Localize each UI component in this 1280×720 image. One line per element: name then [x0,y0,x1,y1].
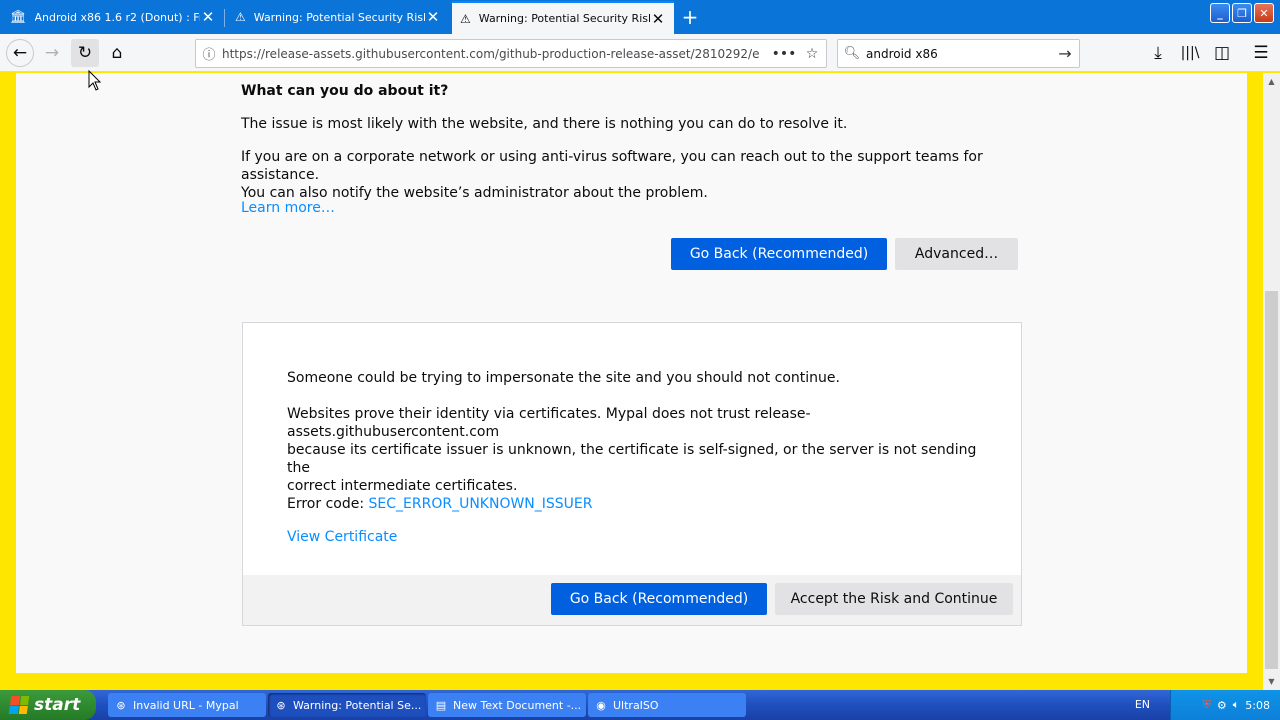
close-icon[interactable]: ✕ [425,8,441,26]
archive-icon: 🏛 [10,9,27,25]
search-icon: 🔍︎ [843,46,861,61]
menu-button[interactable]: ☰ [1247,39,1275,67]
security-shield-icon[interactable]: ⛨ [1203,698,1211,712]
tab-separator [224,9,225,27]
mouse-cursor-icon [88,70,102,91]
taskbar-item-label: Warning: Potential Se... [293,698,422,712]
section-heading: What can you do about it? [241,83,449,99]
search-input[interactable]: android x86 [866,47,1051,61]
system-tray: ⛨ ⚙ 🔈︎ 5:08 [1170,690,1280,720]
tab-security-warning-2[interactable]: ⚠ Warning: Potential Security Risk Ah ✕ [452,1,674,34]
minimize-button[interactable]: _ [1210,3,1230,23]
tab-strip: 🏛 Android x86 1.6 r2 (Donut) : Free ✕ ⚠ … [0,0,1280,34]
tab-title: Warning: Potential Security Risk Ah [478,12,650,25]
windows-logo-icon [8,696,30,714]
paragraph-line: You can also notify the website’s admini… [241,185,708,201]
advanced-panel: Someone could be trying to impersonate t… [242,322,1022,626]
corporate-network-paragraph: If you are on a corporate network or usi… [241,148,1041,202]
taskbar-item-security-warning[interactable]: ⊛ Warning: Potential Se... [268,693,426,717]
library-icon: |||\ [1180,45,1200,61]
search-go-icon[interactable]: → [1051,44,1079,63]
go-back-button[interactable]: Go Back (Recommended) [671,238,887,270]
page-content: What can you do about it? The issue is m… [16,73,1247,673]
warning-icon: ⚠ [460,11,471,26]
learn-more-link[interactable]: Learn more… [241,199,335,217]
arrow-right-icon: → [44,43,60,63]
info-icon[interactable]: ⓘ [196,44,222,63]
arrow-left-icon: ← [12,43,28,63]
taskbar-item-ultraiso[interactable]: ◉ UltraISO [588,693,746,717]
url-bar[interactable]: ⓘ https://release-assets.githubuserconte… [195,39,827,68]
forward-button[interactable]: → [38,39,66,67]
back-button[interactable]: ← [6,39,34,67]
home-icon: ⌂ [111,43,123,63]
advanced-button[interactable]: Advanced… [895,238,1018,270]
taskbar-item-text-document[interactable]: ▤ New Text Document -... [428,693,586,717]
bookmark-star-icon[interactable]: ☆ [798,46,826,62]
tab-title: Android x86 1.6 r2 (Donut) : Free [34,10,200,24]
reload-button[interactable]: ↻ [71,39,99,67]
window-controls: _ ❐ ✕ [1210,3,1274,23]
taskbar-item-invalid-url[interactable]: ⊛ Invalid URL - Mypal [108,693,266,717]
page-actions-icon[interactable]: ••• [770,46,798,62]
scrollbar-thumb[interactable] [1265,291,1278,669]
maximize-button[interactable]: ❐ [1232,3,1252,23]
error-code-link[interactable]: SEC_ERROR_UNKNOWN_ISSUER [369,496,593,512]
volume-icon[interactable]: 🔈︎ [1233,698,1240,712]
downloads-button[interactable]: ⤓ [1144,39,1172,67]
taskbar-item-label: Invalid URL - Mypal [133,698,239,712]
sidebar-button[interactable]: ◫ [1208,39,1236,67]
search-bar[interactable]: 🔍︎ android x86 → [837,39,1080,68]
url-text[interactable]: https://release-assets.githubusercontent… [222,47,770,61]
close-icon[interactable]: ✕ [200,8,216,26]
error-code-label: Error code: [287,496,369,512]
certificate-explanation: Websites prove their identity via certif… [287,405,987,495]
taskbar-item-label: UltraISO [613,698,659,712]
navigation-toolbar: ← → ↻ ⌂ ⓘ https://release-assets.githubu… [0,34,1280,72]
network-icon[interactable]: ⚙ [1217,699,1227,712]
browser-icon: ⊛ [276,698,286,712]
accept-risk-button[interactable]: Accept the Risk and Continue [775,583,1013,615]
tab-security-warning-1[interactable]: ⚠ Warning: Potential Security Risk Ah ✕ [227,3,449,31]
advanced-panel-footer: Go Back (Recommended) Accept the Risk an… [243,575,1021,625]
browser-icon: ⊛ [116,698,126,712]
scroll-up-arrow-icon[interactable]: ▲ [1263,73,1280,90]
window-close-button[interactable]: ✕ [1254,3,1274,23]
paragraph-line: correct intermediate certificates. [287,478,518,494]
paragraph-line: Websites prove their identity via certif… [287,406,811,440]
info-paragraph: The issue is most likely with the websit… [241,116,848,132]
scroll-down-arrow-icon[interactable]: ▼ [1263,673,1280,690]
taskbar: start ⊛ Invalid URL - Mypal ⊛ Warning: P… [0,690,1280,720]
sidebar-icon: ◫ [1213,43,1231,63]
error-code-line: Error code: SEC_ERROR_UNKNOWN_ISSUER [287,495,987,513]
home-button[interactable]: ⌂ [103,39,131,67]
disc-icon: ◉ [596,698,606,712]
start-button[interactable]: start [0,690,96,720]
impersonation-warning: Someone could be trying to impersonate t… [287,370,840,386]
view-certificate-link[interactable]: View Certificate [287,528,397,546]
tab-android-x86[interactable]: 🏛 Android x86 1.6 r2 (Donut) : Free ✕ [2,3,225,31]
hamburger-menu-icon: ☰ [1253,43,1269,63]
paragraph-line: because its certificate issuer is unknow… [287,442,977,476]
warning-icon: ⚠ [235,10,246,24]
notepad-icon: ▤ [435,698,447,712]
reload-icon: ↻ [77,43,93,63]
vertical-scrollbar[interactable]: ▲ ▼ [1263,73,1280,690]
download-icon: ⤓ [1154,43,1162,63]
new-tab-button[interactable]: + [678,5,702,29]
library-button[interactable]: |||\ [1176,39,1204,67]
go-back-button-secondary[interactable]: Go Back (Recommended) [551,583,767,615]
close-icon[interactable]: ✕ [650,10,666,28]
paragraph-line: If you are on a corporate network or usi… [241,149,983,183]
clock[interactable]: 5:08 [1245,699,1270,712]
tab-title: Warning: Potential Security Risk Ah [253,10,425,24]
taskbar-item-label: New Text Document -... [453,698,582,712]
language-indicator[interactable]: EN [1135,698,1150,711]
start-label: start [34,695,81,715]
